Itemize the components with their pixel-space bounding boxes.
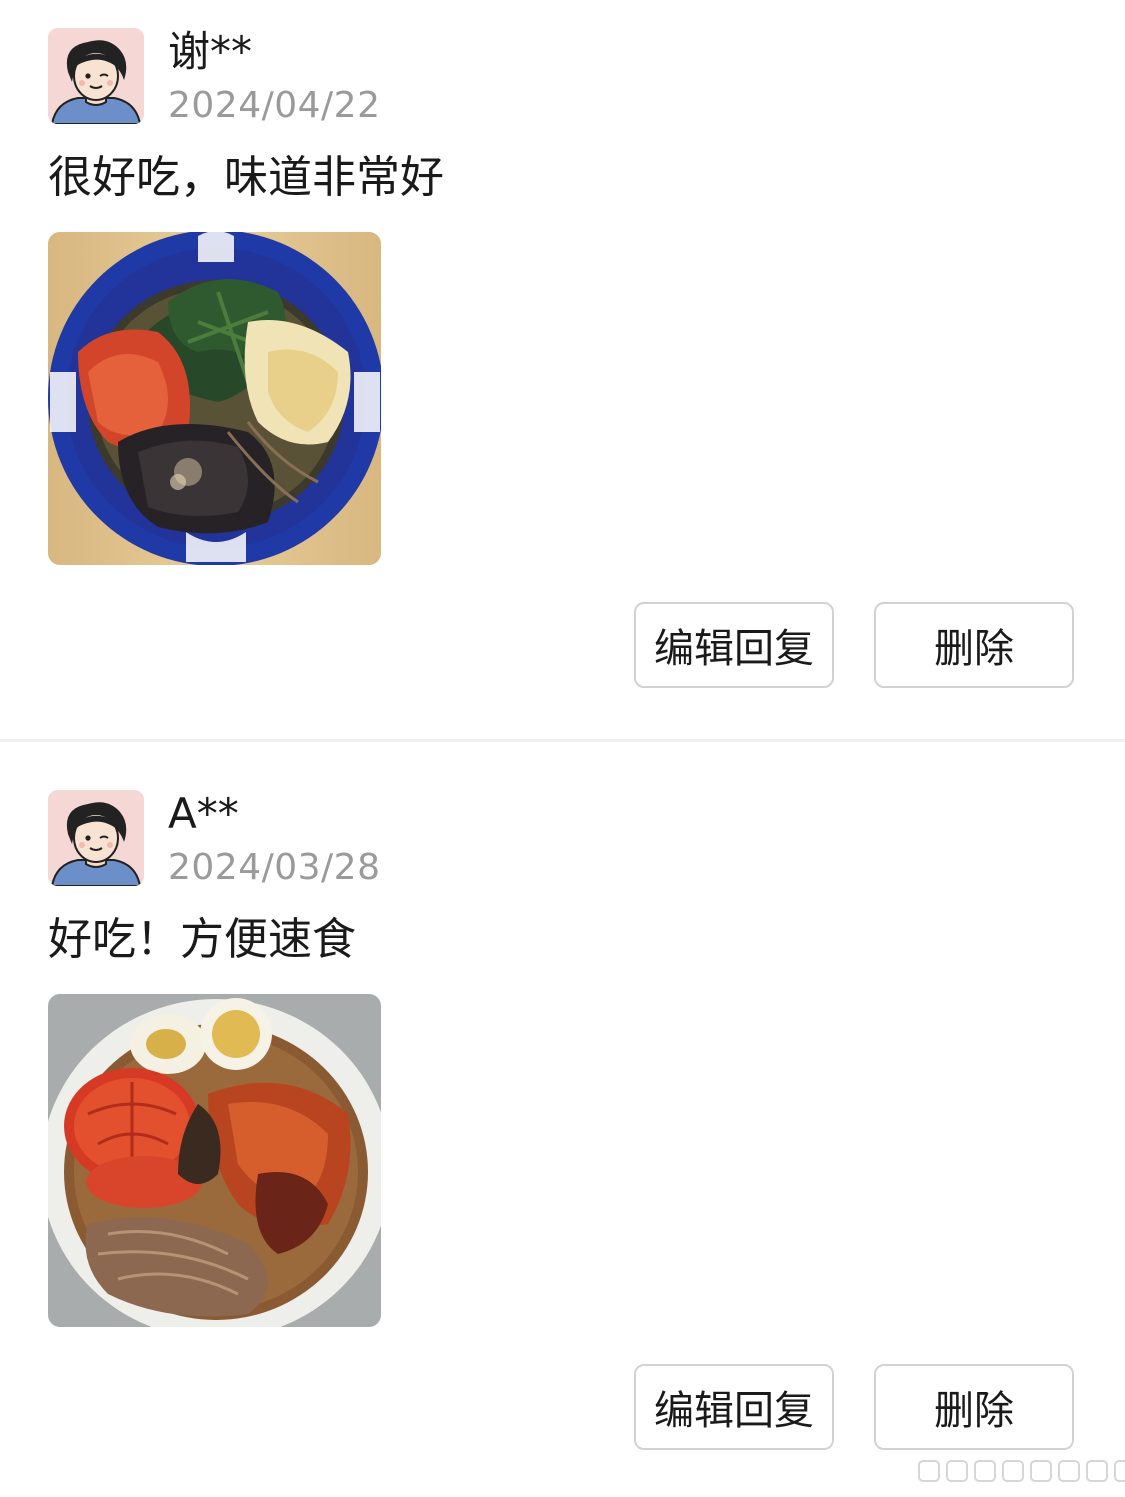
delete-button[interactable]: 删除 [874, 1364, 1074, 1450]
edit-reply-button[interactable]: 编辑回复 [634, 1364, 834, 1450]
watermark-icon [918, 1460, 1125, 1482]
review-photo[interactable] [48, 994, 381, 1327]
username: A** [168, 789, 239, 838]
avatar-illustration [48, 790, 144, 886]
noodle-bowl-photo [48, 232, 381, 565]
edit-reply-button[interactable]: 编辑回复 [634, 602, 834, 688]
review-date: 2024/03/28 [168, 847, 381, 888]
review-comment: 好吃！方便速食 [48, 914, 356, 965]
avatar [48, 28, 144, 124]
review-photo[interactable] [48, 232, 381, 565]
noodle-bowl-photo [48, 994, 381, 1327]
avatar-illustration [48, 28, 144, 124]
delete-button[interactable]: 删除 [874, 602, 1074, 688]
review-card: A** 2024/03/28 好吃！方便速食 编辑回复 删除 [0, 742, 1125, 1497]
review-date: 2024/04/22 [168, 85, 381, 126]
review-comment: 很好吃，味道非常好 [48, 152, 444, 203]
avatar [48, 790, 144, 886]
review-card: 谢** 2024/04/22 很好吃，味道非常好 编辑回复 删除 [0, 0, 1125, 740]
username: 谢** [168, 27, 253, 76]
